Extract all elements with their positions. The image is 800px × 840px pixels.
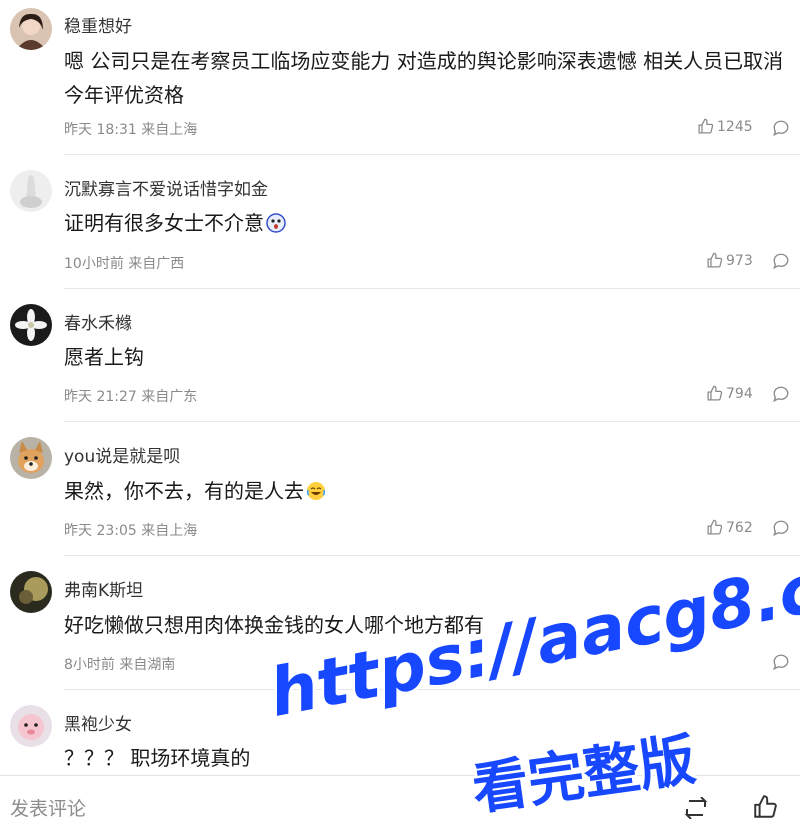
like-count: 762 — [726, 519, 753, 536]
speech-bubble-icon[interactable] — [772, 252, 790, 270]
like-button[interactable]: 794 — [706, 385, 753, 402]
comment-text: 愿者上钩 — [64, 345, 144, 369]
avatar[interactable] — [10, 304, 52, 346]
username[interactable]: 春水禾橼 — [64, 309, 132, 334]
thumbs-up-icon — [707, 519, 723, 535]
share-icon[interactable] — [683, 797, 709, 819]
comment-meta: 昨天 23:05 来自上海 — [64, 523, 198, 539]
comment-meta: 8小时前 来自湖南 — [64, 657, 176, 673]
surprised-face-emoji — [266, 213, 286, 233]
divider — [64, 555, 800, 556]
divider — [64, 154, 800, 155]
comment-text: 证明有很多女士不介意 — [64, 206, 784, 240]
avatar[interactable] — [10, 705, 52, 747]
like-button[interactable]: 762 — [706, 519, 753, 536]
comment-meta: 昨天 21:27 来自广东 — [64, 389, 198, 405]
username[interactable]: 黑袍少女 — [64, 710, 132, 735]
like-count: 1245 — [717, 118, 753, 135]
laughing-tears-emoji — [306, 482, 326, 500]
comment-text: 嗯 公司只是在考察员工临场应变能力 对造成的舆论影响深表遗憾 相关人员已取消今年… — [64, 49, 784, 107]
like-button[interactable]: 973 — [706, 252, 753, 269]
like-count: 794 — [726, 385, 753, 402]
avatar[interactable] — [10, 437, 52, 479]
like-button[interactable]: 1245 — [697, 118, 753, 135]
username[interactable]: you说是就是呗 — [64, 442, 180, 467]
speech-bubble-icon[interactable] — [772, 519, 790, 537]
username[interactable]: 弗南K斯坦 — [64, 576, 143, 601]
comment-meta: 10小时前 来自广西 — [64, 256, 185, 272]
username[interactable]: 稳重想好 — [64, 12, 132, 37]
thumbs-up-icon[interactable] — [752, 794, 778, 820]
thumbs-up-icon — [707, 385, 723, 401]
comment-input[interactable]: 发表评论 — [10, 794, 86, 821]
comment-text: 果然，你不去，有的是人去 — [64, 474, 784, 508]
avatar[interactable] — [10, 170, 52, 212]
thumbs-up-icon — [707, 252, 723, 268]
like-count: 973 — [726, 252, 753, 269]
avatar[interactable] — [10, 571, 52, 613]
speech-bubble-icon[interactable] — [772, 653, 790, 671]
divider — [64, 288, 800, 289]
avatar[interactable] — [10, 8, 52, 50]
divider — [64, 421, 800, 422]
speech-bubble-icon[interactable] — [772, 385, 790, 403]
speech-bubble-icon[interactable] — [772, 119, 790, 137]
comment-meta: 昨天 18:31 来自上海 — [64, 122, 198, 138]
thumbs-up-icon — [698, 118, 714, 134]
username[interactable]: 沉默寡言不爱说话惜字如金 — [64, 175, 268, 200]
